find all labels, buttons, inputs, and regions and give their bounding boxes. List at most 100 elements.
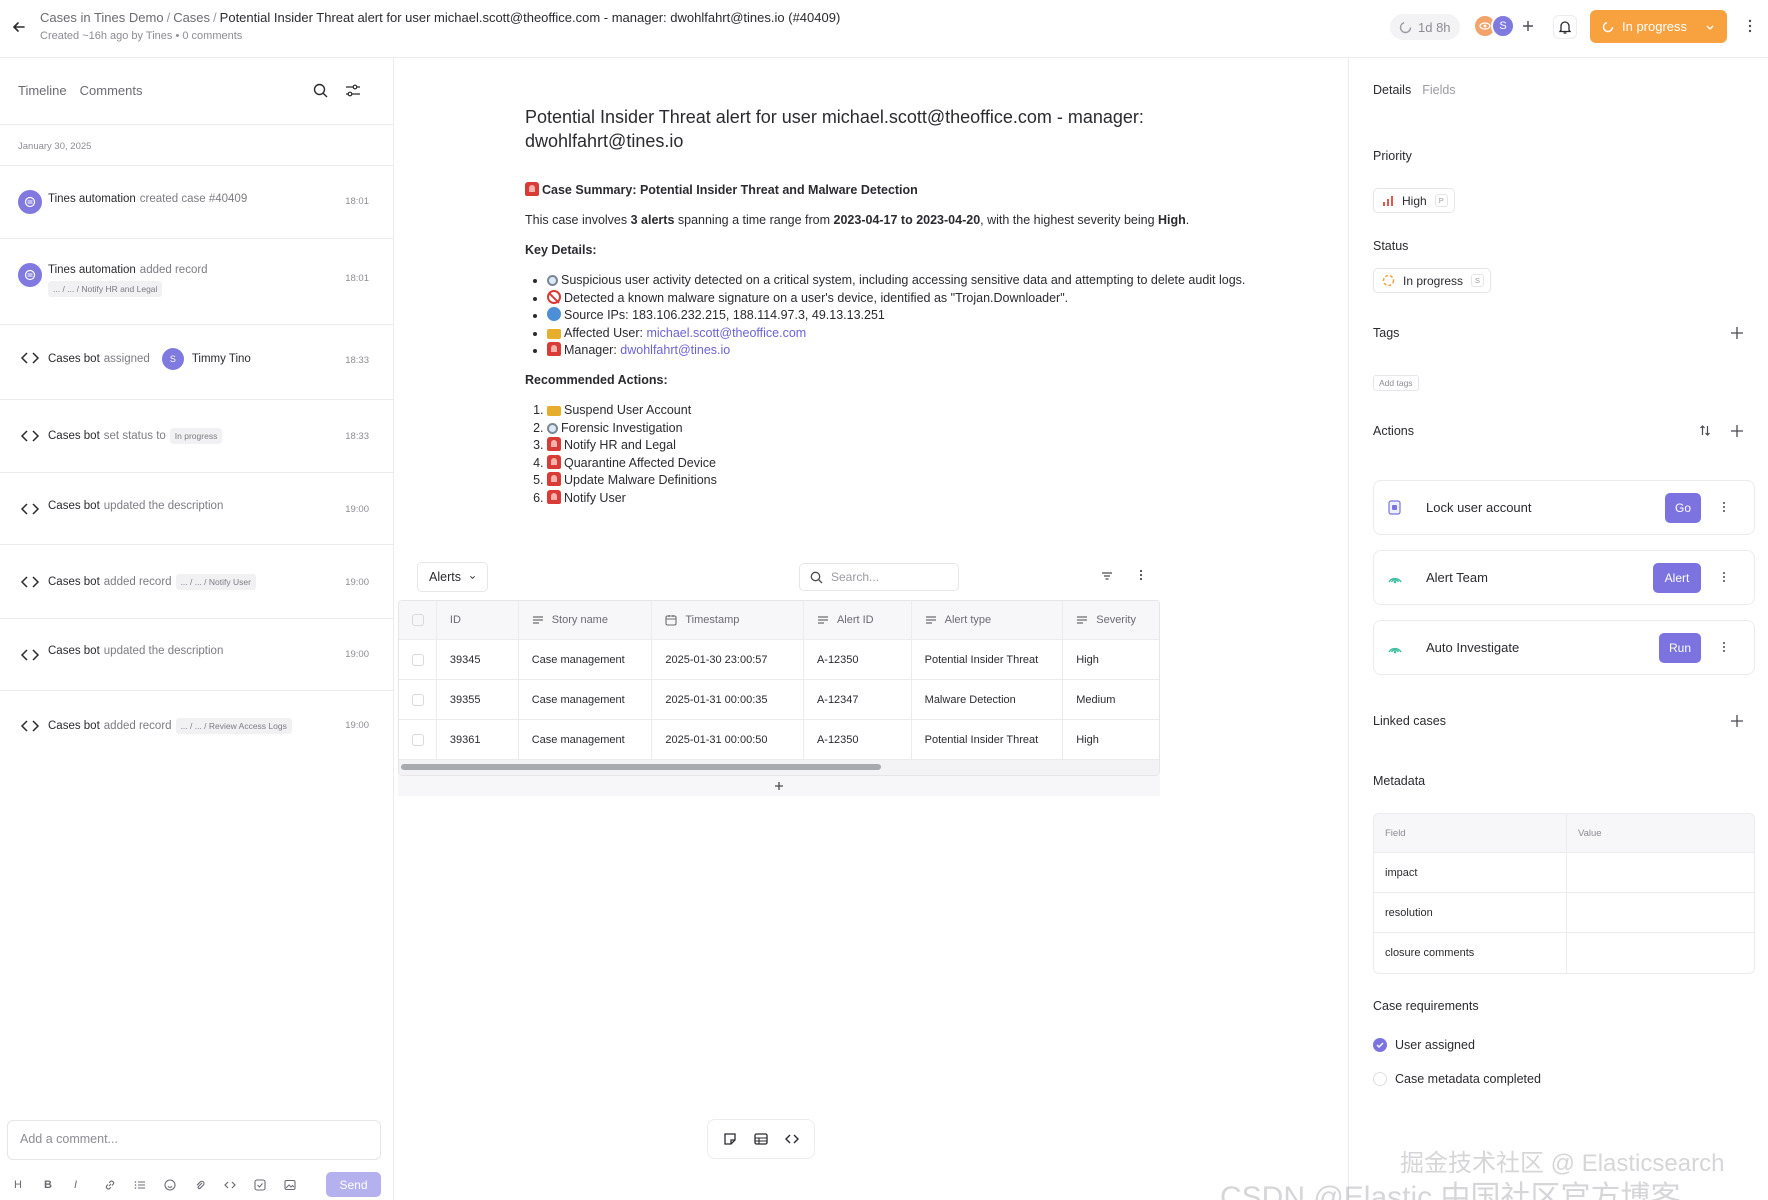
table-search-input[interactable]: Search... <box>799 563 959 591</box>
action-run-button[interactable]: Run <box>1659 633 1701 663</box>
row-checkbox[interactable] <box>412 653 424 666</box>
code-icon[interactable] <box>784 1131 800 1147</box>
metadata-row[interactable]: impact <box>1374 853 1754 893</box>
table-row[interactable]: 39345 Case management 2025-01-30 23:00:5… <box>399 640 1159 680</box>
metadata-row[interactable]: closure comments <box>1374 933 1754 973</box>
table-row[interactable]: 39361 Case management 2025-01-31 00:00:5… <box>399 720 1159 760</box>
metadata-row[interactable]: resolution <box>1374 893 1754 933</box>
select-all-checkbox[interactable] <box>412 614 424 626</box>
add-row-button[interactable] <box>398 776 1160 796</box>
table-row[interactable]: 39355 Case management 2025-01-31 00:00:3… <box>399 680 1159 720</box>
assigned-user[interactable]: Timmy Tino <box>192 353 251 365</box>
sort-icon[interactable] <box>1699 424 1711 437</box>
metadata-value[interactable] <box>1567 853 1754 892</box>
row-checkbox[interactable] <box>412 733 424 746</box>
case-header: Cases in Tines Demo / Cases / Potential Insi… <box>0 0 1768 58</box>
add-tags-button[interactable]: Add tags <box>1373 375 1419 391</box>
record-chip[interactable]: ... / ... / Notify HR and Legal <box>48 281 163 297</box>
manager-link[interactable]: dwohlfahrt@tines.io <box>620 343 730 357</box>
table-header-row: ID Story name Timestamp Alert ID Alert t… <box>399 601 1159 640</box>
action-more-icon[interactable] <box>1722 571 1726 583</box>
automation-icon <box>18 263 42 287</box>
table-cell: 2025-01-31 00:00:50 <box>652 720 804 759</box>
member-avatars[interactable]: S <box>1473 14 1515 38</box>
column-header-id[interactable]: ID <box>437 601 519 639</box>
breadcrumb-cases[interactable]: Cases <box>173 10 210 25</box>
column-header-story[interactable]: Story name <box>519 601 653 639</box>
column-header-severity[interactable]: Severity <box>1063 601 1159 639</box>
list-icon[interactable] <box>134 1175 164 1195</box>
emoji-icon[interactable] <box>164 1175 194 1195</box>
table-scrollbar[interactable] <box>399 760 1159 775</box>
search-icon[interactable] <box>313 83 328 98</box>
bold-icon[interactable]: B <box>44 1175 74 1195</box>
link-icon[interactable] <box>104 1175 134 1195</box>
italic-icon[interactable]: I <box>74 1175 104 1195</box>
action-run-button[interactable]: Go <box>1665 493 1701 523</box>
priority-select[interactable]: High P <box>1373 188 1455 213</box>
timeline-item[interactable]: Cases bot updated the description 19:00 <box>0 473 394 545</box>
tab-comments[interactable]: Comments <box>80 83 143 98</box>
alarm-icon <box>547 437 561 451</box>
image-icon[interactable] <box>284 1175 314 1195</box>
add-action-icon[interactable] <box>1730 424 1744 438</box>
scrollbar-thumb[interactable] <box>401 764 881 770</box>
row-checkbox[interactable] <box>412 693 424 706</box>
action-more-icon[interactable] <box>1722 501 1726 513</box>
timeline-item[interactable]: Cases bot assigned S Timmy Tino 18:33 <box>0 325 394 400</box>
requirement-item: User assigned <box>1373 1038 1475 1052</box>
timeline-text: Cases bot set status to In progress <box>48 428 223 444</box>
column-header-alert-id[interactable]: Alert ID <box>804 601 912 639</box>
attachment-icon[interactable] <box>194 1175 224 1195</box>
metadata-value[interactable] <box>1567 933 1754 973</box>
page-title[interactable]: Potential Insider Threat alert for user … <box>525 105 1245 153</box>
record-type-dropdown[interactable]: Alerts <box>417 562 488 592</box>
affected-user-link[interactable]: michael.scott@theoffice.com <box>646 326 806 340</box>
timeline-item[interactable]: Cases bot updated the description 19:00 <box>0 619 394 691</box>
checkbox-icon[interactable] <box>254 1175 284 1195</box>
record-chip[interactable]: ... / ... / Notify User <box>175 574 256 590</box>
code-icon[interactable] <box>224 1175 254 1195</box>
table-icon[interactable] <box>753 1131 769 1147</box>
status-dropdown[interactable]: In progress <box>1590 10 1727 43</box>
metadata-value[interactable] <box>1567 893 1754 932</box>
add-linked-case-icon[interactable] <box>1730 714 1744 728</box>
add-member-icon[interactable] <box>1518 16 1538 36</box>
comment-input[interactable]: Add a comment... <box>7 1120 381 1160</box>
tab-timeline[interactable]: Timeline <box>18 83 67 98</box>
heading-icon[interactable]: H <box>14 1175 44 1195</box>
requirement-item: Case metadata completed <box>1373 1072 1541 1086</box>
timeline-item[interactable]: Cases bot set status to In progress 18:3… <box>0 400 394 473</box>
add-tag-icon[interactable] <box>1730 326 1744 340</box>
column-header-timestamp[interactable]: Timestamp <box>652 601 804 639</box>
filter-icon[interactable] <box>1100 570 1114 582</box>
action-run-button[interactable]: Alert <box>1653 563 1701 593</box>
tab-fields[interactable]: Fields <box>1422 83 1455 97</box>
timeline-time: 19:00 <box>345 504 369 515</box>
note-icon[interactable] <box>722 1131 738 1147</box>
more-options-icon[interactable] <box>1748 19 1752 33</box>
tab-details[interactable]: Details <box>1373 83 1411 97</box>
case-description[interactable]: Case Summary: Potential Insider Threat a… <box>525 182 1295 507</box>
filter-sliders-icon[interactable] <box>345 83 361 98</box>
record-chip[interactable]: ... / ... / Review Access Logs <box>175 718 292 734</box>
timeline-item[interactable]: Tines automation created case #40409 18:… <box>0 166 394 239</box>
list-item: Suspend User Account <box>547 402 1295 419</box>
breadcrumb-workspace[interactable]: Cases in Tines Demo <box>40 10 164 25</box>
list-item: Manager: dwohlfahrt@tines.io <box>547 342 1295 359</box>
divider <box>0 124 394 125</box>
status-select[interactable]: In progress S <box>1373 268 1492 293</box>
sla-timer[interactable]: 1d 8h <box>1390 14 1460 40</box>
table-more-icon[interactable] <box>1139 568 1143 582</box>
action-more-icon[interactable] <box>1722 641 1726 653</box>
list-item: Notify User <box>547 489 1295 507</box>
notification-bell-icon[interactable] <box>1553 15 1577 39</box>
timeline-item[interactable]: Tines automation added record ... / ... … <box>0 239 394 325</box>
timeline-item[interactable]: Cases bot added record ... / ... / Revie… <box>0 691 394 767</box>
column-header-alert-type[interactable]: Alert type <box>912 601 1064 639</box>
back-arrow-icon[interactable] <box>8 16 30 38</box>
timeline-item[interactable]: Cases bot added record ... / ... / Notif… <box>0 545 394 619</box>
action-name: Lock user account <box>1426 500 1532 515</box>
send-button[interactable]: Send <box>326 1172 381 1197</box>
code-icon <box>19 644 41 666</box>
